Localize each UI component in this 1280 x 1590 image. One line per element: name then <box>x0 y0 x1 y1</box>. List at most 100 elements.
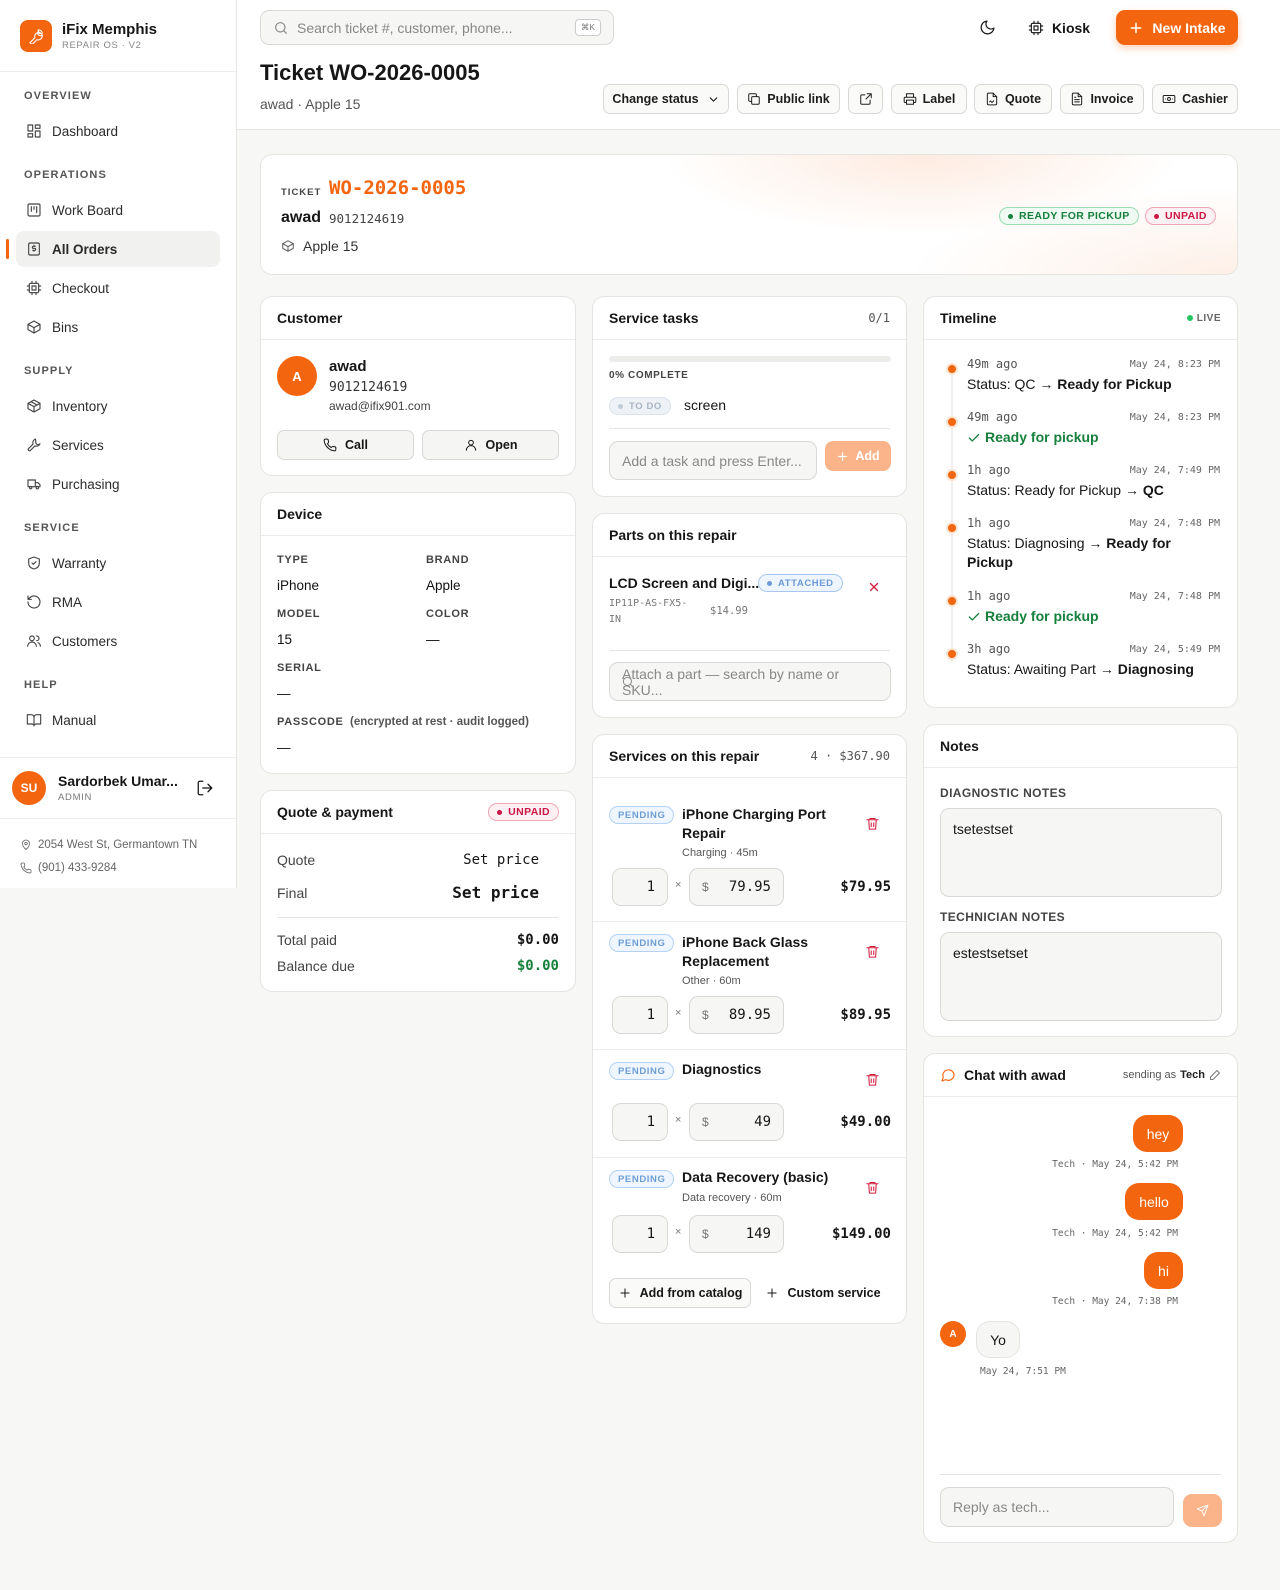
trash-icon[interactable] <box>865 1180 880 1195</box>
trash-icon[interactable] <box>865 816 880 831</box>
sidebar-item-purchasing[interactable]: Purchasing <box>16 466 220 502</box>
diagnostic-notes-label: DIAGNOSTIC NOTES <box>940 786 1067 800</box>
add-task-input[interactable]: Add a task and press Enter... <box>609 441 817 480</box>
timeline-bold: Ready for Pickup <box>1057 376 1172 392</box>
timeline-prefix: Status: Diagnosing → <box>967 535 1107 551</box>
sidebar-item-label: Work Board <box>52 202 124 218</box>
brand[interactable]: iFix Memphis REPAIR OS · V2 <box>0 0 236 72</box>
chat-card-header: Chat with awad sending as Tech <box>924 1054 1237 1097</box>
custom-service-button[interactable]: Custom service <box>761 1278 885 1308</box>
change-status-button[interactable]: Change status <box>603 84 729 114</box>
nav-section-supply: SUPPLY <box>24 365 74 377</box>
logout-icon[interactable] <box>196 779 214 797</box>
balance-due-value: $0.00 <box>516 958 559 974</box>
file-signature-icon <box>986 92 998 106</box>
attach-part-search[interactable]: Attach a part — search by name or SKU... <box>609 662 891 701</box>
sidebar-item-manual[interactable]: Manual <box>16 702 220 738</box>
top-header: Search ticket #, customer, phone... ⌘K K… <box>237 0 1280 130</box>
tasks-card-title: Service tasks <box>609 310 699 326</box>
sidebar-item-work-board[interactable]: Work Board <box>16 192 220 228</box>
customer-name: awad <box>329 358 367 375</box>
sidebar-item-services[interactable]: Services <box>16 427 220 463</box>
timeline-text: Ready for pickup <box>967 607 1223 626</box>
package-icon <box>27 399 41 413</box>
timeline-text: Status: Diagnosing → Ready for Pickup <box>967 534 1187 572</box>
quote-value[interactable]: Set price <box>463 852 539 868</box>
quantity-value: 1 <box>646 1114 655 1130</box>
search-input[interactable]: Search ticket #, customer, phone... ⌘K <box>260 10 614 45</box>
price-input[interactable]: $ 89.95 <box>689 996 784 1034</box>
diagnostic-notes-field[interactable]: tsetestset <box>940 808 1222 897</box>
add-from-catalog-button[interactable]: Add from catalog <box>609 1278 751 1308</box>
technician-notes-field[interactable]: estestsetset <box>940 932 1222 1021</box>
price-input[interactable]: $ 149 <box>689 1215 784 1253</box>
theme-toggle-button[interactable] <box>973 10 1001 45</box>
timeline-item: 1h ago May 24, 7:48 PM Ready for pickup <box>940 589 1220 639</box>
sidebar-item-bins[interactable]: Bins <box>16 309 220 345</box>
device-card: Device TYPE iPhone BRAND Apple MODEL 15 … <box>260 492 576 774</box>
invoice-button[interactable]: Invoice <box>1060 84 1144 114</box>
quote-card-title: Quote & payment <box>277 804 393 820</box>
timeline-ago: 49m ago <box>967 410 1018 424</box>
label-button[interactable]: Label <box>891 84 967 114</box>
parts-card-title: Parts on this repair <box>609 527 737 543</box>
invoice-label: Invoice <box>1090 92 1134 106</box>
open-customer-button[interactable]: Open <box>422 430 559 460</box>
sidebar-item-all-orders[interactable]: All Orders <box>6 231 220 267</box>
device-card-header: Device <box>261 493 575 536</box>
sidebar-item-checkout[interactable]: Checkout <box>16 270 220 306</box>
timeline-ago: 49m ago <box>967 357 1018 371</box>
chat-reply-input[interactable]: Reply as tech... <box>940 1487 1174 1527</box>
file-text-icon <box>1072 92 1083 106</box>
sidebar-item-inventory[interactable]: Inventory <box>16 388 220 424</box>
nav-section-operations: OPERATIONS <box>24 169 107 181</box>
cashier-button[interactable]: Cashier <box>1152 84 1238 114</box>
truck-icon <box>27 479 41 490</box>
open-external-button[interactable] <box>848 84 883 114</box>
quantity-input[interactable]: 1 <box>612 996 668 1034</box>
quantity-input[interactable]: 1 <box>612 1215 668 1253</box>
quantity-input[interactable]: 1 <box>612 868 668 906</box>
search-placeholder: Search ticket #, customer, phone... <box>297 19 513 36</box>
quote-button[interactable]: Quote <box>974 84 1052 114</box>
price-input[interactable]: $ 79.95 <box>689 868 784 906</box>
sidebar-item-label: Dashboard <box>52 123 119 139</box>
cpu-icon <box>1028 20 1044 35</box>
service-name-line: Replacement <box>682 953 770 969</box>
timeline-date: May 24, 7:48 PM <box>1129 518 1220 529</box>
sidebar-item-label: RMA <box>52 594 82 610</box>
box-icon <box>282 240 294 252</box>
quantity-input[interactable]: 1 <box>612 1103 668 1141</box>
store-address-text: 2054 West St, Germantown TN <box>38 838 198 851</box>
chat-reply-placeholder: Reply as tech... <box>953 1499 1050 1515</box>
sidebar-item-customers[interactable]: Customers <box>16 623 220 659</box>
services-card-title: Services on this repair <box>609 748 760 764</box>
task-status-badge[interactable]: TO DO <box>609 397 671 415</box>
add-task-button[interactable]: Add <box>825 441 891 471</box>
price-value: 89.95 <box>728 1007 771 1023</box>
timeline-item: 49m ago May 24, 8:23 PM Ready for pickup <box>940 410 1220 460</box>
service-status-badge: PENDING <box>609 1170 675 1188</box>
sidebar-item-warranty[interactable]: Warranty <box>16 545 220 581</box>
send-button[interactable] <box>1183 1494 1222 1527</box>
payment-status-text: UNPAID <box>508 806 550 818</box>
trash-icon[interactable] <box>865 1072 880 1087</box>
remove-part-icon[interactable] <box>867 580 881 594</box>
message-circle-icon <box>941 1069 955 1082</box>
passcode-note: (encrypted at rest · audit logged) <box>350 716 529 728</box>
part-name: LCD Screen and Digi... <box>609 575 760 591</box>
timeline-card-header: Timeline LIVE <box>924 297 1237 340</box>
final-value[interactable]: Set price <box>452 883 539 902</box>
sending-as[interactable]: sending as Tech <box>1123 1069 1221 1081</box>
device-serial: — <box>277 686 291 701</box>
kiosk-button[interactable]: Kiosk <box>1027 10 1091 45</box>
trash-icon[interactable] <box>865 944 880 959</box>
new-intake-button[interactable]: New Intake <box>1116 10 1238 45</box>
part-attached-text: ATTACHED <box>778 577 834 589</box>
public-link-button[interactable]: Public link <box>737 84 840 114</box>
sidebar-item-rma[interactable]: RMA <box>16 584 220 620</box>
price-input[interactable]: $ 49 <box>689 1103 784 1141</box>
live-dot <box>1186 315 1193 321</box>
call-button[interactable]: Call <box>277 430 414 460</box>
sidebar-item-dashboard[interactable]: Dashboard <box>16 113 220 149</box>
